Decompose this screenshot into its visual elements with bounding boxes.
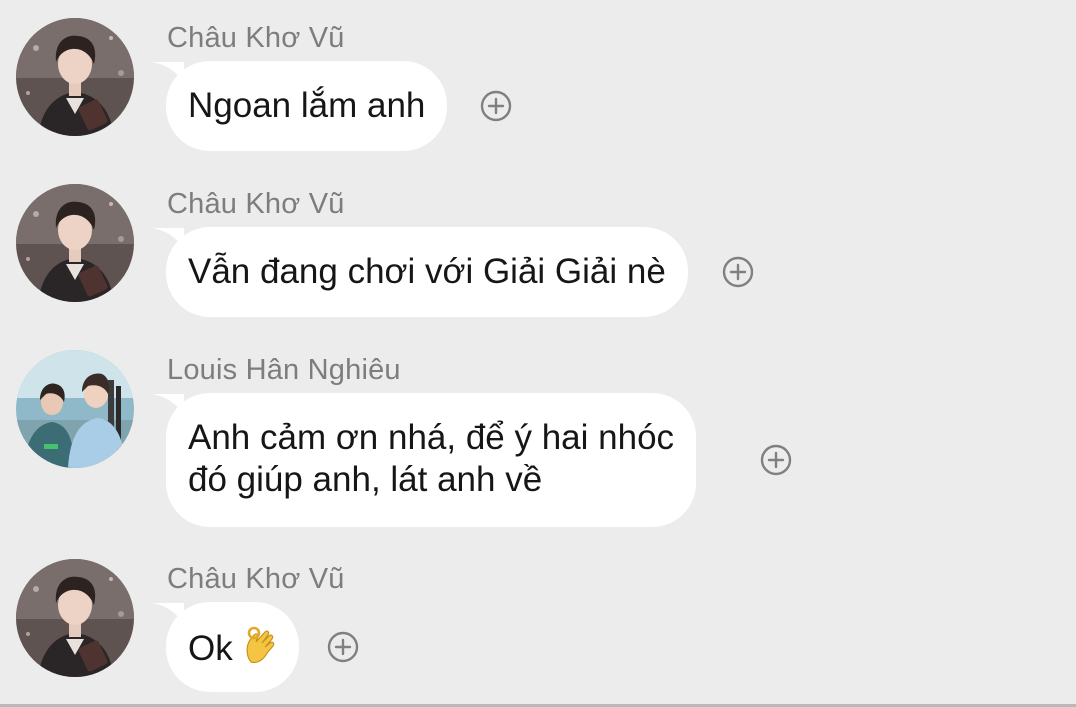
message-text: Ngoan lắm anh xyxy=(188,86,426,125)
plus-circle-icon xyxy=(760,444,792,476)
avatar-chau-kho-vu-icon xyxy=(16,18,134,136)
add-reaction-button[interactable] xyxy=(327,631,359,663)
avatar[interactable] xyxy=(16,350,134,468)
sender-name: Louis Hân Nghiêu xyxy=(167,354,401,386)
add-reaction-button[interactable] xyxy=(722,256,754,288)
message-bubble[interactable]: Ok xyxy=(166,602,299,692)
sender-name: Châu Khơ Vũ xyxy=(167,563,345,595)
message-text-line: đó giúp anh, lát anh về xyxy=(188,460,543,499)
add-reaction-button[interactable] xyxy=(760,444,792,476)
message-bubble[interactable]: Anh cảm ơn nhá, để ý hai nhóc đó giúp an… xyxy=(166,393,697,527)
avatar-louis-han-nghieu-icon xyxy=(16,350,134,468)
message-text-line: Anh cảm ơn nhá, để ý hai nhóc xyxy=(188,418,675,457)
avatar[interactable] xyxy=(16,559,134,677)
sender-name: Châu Khơ Vũ xyxy=(167,22,345,54)
sender-name: Châu Khơ Vũ xyxy=(167,188,345,220)
plus-circle-icon xyxy=(722,256,754,288)
ok-hand-emoji-icon xyxy=(246,626,274,664)
message-bubble[interactable]: Vẫn đang chơi với Giải Giải nè xyxy=(166,227,688,317)
avatar[interactable] xyxy=(16,184,134,302)
plus-circle-icon xyxy=(480,90,512,122)
avatar[interactable] xyxy=(16,18,134,136)
avatar-chau-kho-vu-icon xyxy=(16,184,134,302)
avatar-chau-kho-vu-icon xyxy=(16,559,134,677)
plus-circle-icon xyxy=(327,631,359,663)
message-bubble[interactable]: Ngoan lắm anh xyxy=(166,61,448,151)
message-text: Vẫn đang chơi với Giải Giải nè xyxy=(188,252,666,291)
chat-message-list: Châu Khơ Vũ Ngoan lắm anh Châu Khơ Vũ Vẫ… xyxy=(0,0,1076,707)
add-reaction-button[interactable] xyxy=(480,90,512,122)
message-text: Ok xyxy=(188,629,233,668)
